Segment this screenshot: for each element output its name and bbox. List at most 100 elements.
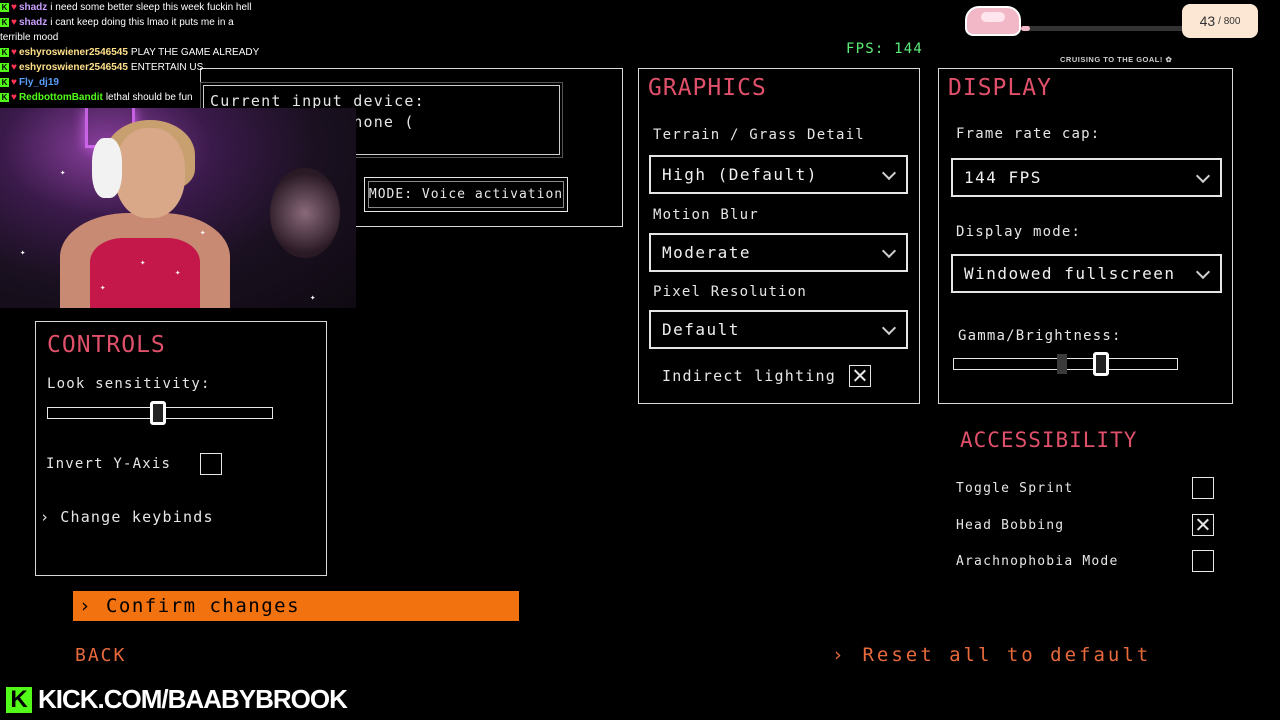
goal-progress: 43 / 800 <box>965 4 1260 38</box>
terrain-value: High (Default) <box>662 165 818 184</box>
confirm-changes-button[interactable]: › Confirm changes <box>73 591 519 621</box>
terrain-label: Terrain / Grass Detail <box>653 127 865 143</box>
chat-username[interactable]: eshyroswiener2546545 <box>19 47 128 58</box>
webcam-feed: ✦ ✦ ✦ ✦ ✦ ✦ ✦ <box>0 108 356 308</box>
chevron-right-icon: › <box>832 644 847 666</box>
display-heading: DISPLAY <box>948 75 1052 101</box>
indirect-lighting-checkbox[interactable] <box>849 365 871 387</box>
chat-message: K ♥ eshyroswiener2546545 PLAY THE GAME ALRE… <box>0 45 270 60</box>
motion-blur-value: Moderate <box>662 243 752 262</box>
headphones <box>92 138 122 198</box>
stream-chat: K ♥ shadz i need some better sleep this wee… <box>0 0 270 105</box>
display-mode-label: Display mode: <box>956 224 1082 240</box>
voice-mode-button[interactable]: MODE: Voice activation <box>364 177 568 212</box>
car-icon <box>965 6 1021 36</box>
chevron-down-icon <box>1195 168 1211 183</box>
kick-url: KICK.COM/BAABYBROOK <box>38 684 348 714</box>
chat-username[interactable]: eshyroswiener2546545 <box>19 62 128 73</box>
terrain-select[interactable]: High (Default) <box>649 155 908 194</box>
invert-y-checkbox[interactable] <box>200 453 222 475</box>
look-sensitivity-thumb[interactable] <box>150 401 166 425</box>
chevron-down-icon <box>881 320 897 335</box>
chat-text: ENTERTAIN US <box>130 62 204 73</box>
chat-username[interactable]: shadz <box>19 2 47 13</box>
heart-badge-icon: ♥ <box>11 92 17 103</box>
graphics-heading: GRAPHICS <box>648 75 767 101</box>
motion-blur-label: Motion Blur <box>653 207 759 223</box>
reset-defaults-label: Reset all to default <box>862 644 1152 666</box>
chat-username[interactable]: Fly_dj19 <box>19 77 59 88</box>
goal-fill <box>1021 26 1030 31</box>
kick-badge-icon: K <box>0 48 9 57</box>
heart-badge-icon: ♥ <box>11 62 17 73</box>
chevron-right-icon: › <box>40 508 51 526</box>
back-button[interactable]: BACK <box>75 645 126 666</box>
chat-text: i cant keep doing this lmao it puts me i… <box>50 17 234 28</box>
chat-message: K ♥ shadz i need some better sleep this wee… <box>0 0 270 15</box>
toggle-sprint-label: Toggle Sprint <box>956 481 1074 496</box>
kick-badge-icon: K <box>0 3 9 12</box>
display-mode-select[interactable]: Windowed fullscreen <box>951 254 1222 293</box>
chat-text: i need some better sleep this week fucki… <box>50 2 252 13</box>
frame-rate-select[interactable]: 144 FPS <box>951 158 1222 197</box>
flower-vase <box>270 168 340 258</box>
chat-text: terrible mood <box>0 32 59 43</box>
gamma-label: Gamma/Brightness: <box>958 328 1122 344</box>
change-keybinds-label: Change keybinds <box>60 508 214 526</box>
accessibility-heading: ACCESSIBILITY <box>960 428 1138 452</box>
frame-rate-value: 144 FPS <box>964 168 1042 187</box>
gamma-slider-shade <box>1057 354 1067 374</box>
chevron-down-icon <box>881 243 897 258</box>
heart-badge-icon: ♥ <box>11 77 17 88</box>
heart-badge-icon: ♥ <box>11 17 17 28</box>
chat-message: K ♥ eshyroswiener2546545 ENTERTAIN US <box>0 60 270 75</box>
head-bobbing-checkbox[interactable] <box>1192 514 1214 536</box>
arachnophobia-label: Arachnophobia Mode <box>956 554 1119 569</box>
streamer-face <box>115 128 185 218</box>
motion-blur-select[interactable]: Moderate <box>649 233 908 272</box>
toggle-sprint-checkbox[interactable] <box>1192 477 1214 499</box>
chat-message: K ♥ shadz i cant keep doing this lmao it pu… <box>0 15 270 30</box>
kick-watermark: K KICK.COM/BAABYBROOK <box>4 684 348 715</box>
pixel-resolution-value: Default <box>662 320 740 339</box>
chevron-down-icon <box>1195 264 1211 279</box>
heart-badge-icon: ♥ <box>11 2 17 13</box>
chat-message: terrible mood <box>0 30 270 45</box>
chevron-down-icon <box>881 165 897 180</box>
goal-caption: CRUISING TO THE GOAL! ✿ <box>1060 55 1173 64</box>
controls-heading: CONTROLS <box>47 332 166 358</box>
streamer-top <box>90 238 200 308</box>
display-mode-value: Windowed fullscreen <box>964 264 1176 283</box>
kick-badge-icon: K <box>0 78 9 87</box>
chat-message: K ♥ RedbottomBandit lethal should be fun <box>0 90 270 105</box>
fps-counter: FPS: 144 <box>846 41 924 57</box>
goal-current: 43 <box>1199 13 1216 29</box>
goal-total: / 800 <box>1218 15 1241 27</box>
goal-counter: 43 / 800 <box>1182 4 1258 38</box>
voice-mode-label: MODE: Voice activation <box>368 187 564 202</box>
kick-badge-icon: K <box>0 63 9 72</box>
arachnophobia-checkbox[interactable] <box>1192 550 1214 572</box>
chat-message: K ♥ Fly_dj19 <box>0 75 270 90</box>
chat-username[interactable]: RedbottomBandit <box>19 92 103 103</box>
invert-y-label: Invert Y-Axis <box>46 456 172 472</box>
goal-track <box>1021 26 1187 31</box>
gamma-slider-thumb[interactable] <box>1093 352 1109 376</box>
indirect-lighting-label: Indirect lighting <box>662 367 836 385</box>
chat-username[interactable]: shadz <box>19 17 47 28</box>
kick-badge-icon: K <box>0 18 9 27</box>
kick-logo: K <box>4 684 34 715</box>
heart-badge-icon: ♥ <box>11 47 17 58</box>
change-keybinds-button[interactable]: › Change keybinds <box>40 508 214 526</box>
look-sensitivity-slider[interactable] <box>47 401 273 425</box>
frame-rate-label: Frame rate cap: <box>956 126 1101 142</box>
controls-panel <box>35 321 327 576</box>
head-bobbing-label: Head Bobbing <box>956 518 1065 533</box>
pixel-resolution-select[interactable]: Default <box>649 310 908 349</box>
confirm-changes-label: Confirm changes <box>105 595 301 617</box>
reset-defaults-button[interactable]: › Reset all to default <box>832 644 1151 666</box>
gamma-slider[interactable] <box>953 352 1178 376</box>
pixel-resolution-label: Pixel Resolution <box>653 284 808 300</box>
kick-badge-icon: K <box>0 93 9 102</box>
chevron-right-icon: › <box>79 595 92 617</box>
